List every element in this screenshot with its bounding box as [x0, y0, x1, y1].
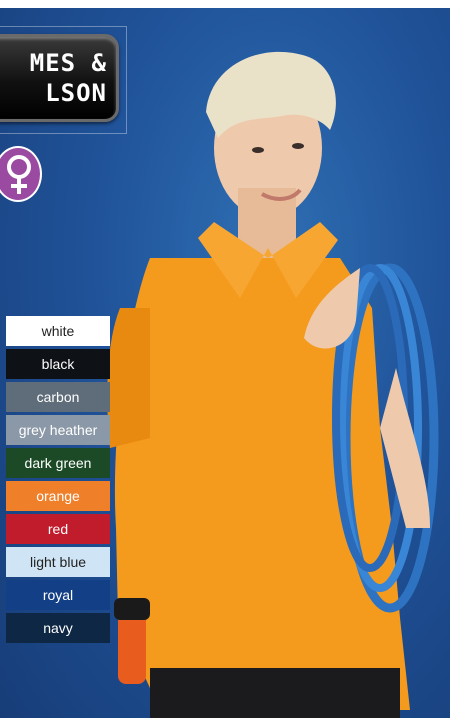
brand-logo-frame: MES & LSON [0, 26, 127, 134]
color-swatch-dark-green[interactable]: dark green [6, 448, 110, 478]
color-swatch-grey-heather[interactable]: grey heather [6, 415, 110, 445]
color-swatch-white[interactable]: white [6, 316, 110, 346]
logo-line-1: MES & [29, 49, 107, 77]
right-margin [450, 0, 462, 718]
brand-logo: MES & LSON [0, 34, 119, 122]
logo-line-2: LSON [45, 79, 107, 107]
color-swatch-red[interactable]: red [6, 514, 110, 544]
color-swatch-orange[interactable]: orange [6, 481, 110, 511]
color-swatch-list: white black carbon grey heather dark green or… [6, 316, 110, 646]
color-swatch-royal[interactable]: royal [6, 580, 110, 610]
color-swatch-light-blue[interactable]: light blue [6, 547, 110, 577]
color-swatch-black[interactable]: black [6, 349, 110, 379]
female-symbol-icon [7, 155, 31, 194]
product-image-frame: MES & LSON white black carbon grey heather d… [0, 8, 450, 718]
color-swatch-navy[interactable]: navy [6, 613, 110, 643]
color-swatch-carbon[interactable]: carbon [6, 382, 110, 412]
